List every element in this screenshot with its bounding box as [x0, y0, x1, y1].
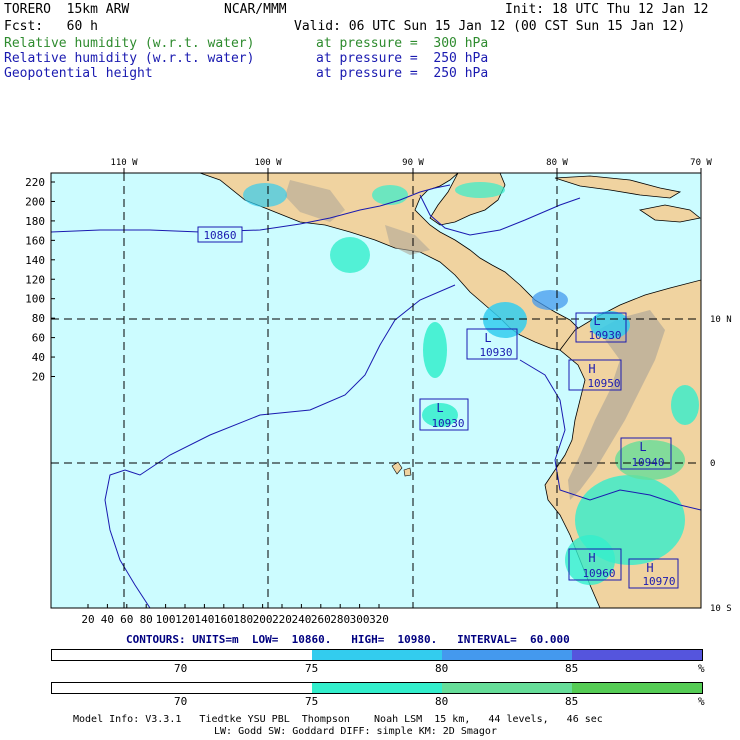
- y-tick-label: 120: [25, 273, 45, 286]
- center-value: 10940: [631, 456, 664, 469]
- center-type: H: [646, 561, 653, 575]
- colorbar-rh250: [51, 649, 703, 661]
- x-tick-label: 200: [253, 613, 273, 626]
- center-type: H: [588, 551, 595, 565]
- y-tick-label: 180: [25, 215, 45, 228]
- y-tick-label: 60: [32, 332, 45, 345]
- center-type: L: [484, 331, 491, 345]
- x-tick-label: 80: [140, 613, 153, 626]
- colorbar-unit: %: [698, 695, 705, 708]
- y-tick-label: 140: [25, 254, 45, 267]
- center-box: 10860: [197, 226, 243, 243]
- center-value: 10930: [479, 346, 512, 359]
- x-tick-label: 260: [311, 613, 331, 626]
- lon-label: 70 W: [690, 158, 712, 168]
- x-tick-label: 140: [194, 613, 214, 626]
- colorbar-label: 70: [174, 662, 188, 675]
- model-physics: LW: Godd SW: Goddard DIFF: simple KM: 2D…: [214, 726, 497, 737]
- center-value: 10930: [588, 329, 621, 342]
- contours-prefix: CONTOURS:: [126, 633, 186, 646]
- colorbar-label: 85: [565, 662, 579, 675]
- colorbar-label: 75: [305, 662, 319, 675]
- contours-interval: INTERVAL= 60.000: [457, 633, 570, 646]
- colorbar-seg: [442, 683, 572, 693]
- center-value: 10930: [431, 417, 464, 430]
- lon-label: 110 W: [110, 158, 138, 168]
- y-tick-label: 80: [32, 312, 45, 325]
- colorbar-rh300: [51, 682, 703, 694]
- colorbar-seg: [312, 650, 442, 660]
- x-tick-label: 280: [330, 613, 350, 626]
- y-tick-label: 40: [32, 351, 45, 364]
- contours-info: CONTOURS: UNITS=m LOW= 10860. HIGH= 1098…: [126, 633, 570, 647]
- center-type: L: [639, 440, 646, 454]
- lat-label: 10 S: [710, 604, 732, 614]
- x-tick-label: 300: [350, 613, 370, 626]
- x-tick-label: 40: [101, 613, 114, 626]
- forecast-map: 110 W 100 W 90 W 80 W 70 W 10 N 0 10 S 2…: [25, 158, 732, 626]
- x-tick-label: 220: [272, 613, 292, 626]
- center-type: L: [436, 401, 443, 415]
- center-value: 10950: [587, 377, 620, 390]
- x-tick-label: 60: [120, 613, 133, 626]
- lon-label: 90 W: [402, 158, 424, 168]
- colorbar-seg: [52, 683, 312, 693]
- colorbar-seg: [52, 650, 312, 660]
- colorbar-label: 75: [305, 695, 319, 708]
- lat-label: 10 N: [710, 315, 732, 325]
- colorbar-seg: [572, 683, 702, 693]
- x-tick-label: 120: [175, 613, 195, 626]
- center-value: 10970: [642, 575, 675, 588]
- center-type: H: [588, 362, 595, 376]
- center-value: 10960: [582, 567, 615, 580]
- colorbar-label: 80: [435, 662, 449, 675]
- center-type: L: [593, 314, 600, 328]
- colorbar-seg: [312, 683, 442, 693]
- contours-units: UNITS=m: [192, 633, 239, 646]
- y-tick-label: 160: [25, 234, 45, 247]
- y-tick-label: 200: [25, 195, 45, 208]
- x-tick-label: 240: [291, 613, 311, 626]
- y-tick-label: 220: [25, 176, 45, 189]
- colorbar-label: 70: [174, 695, 188, 708]
- lon-label: 80 W: [546, 158, 568, 168]
- colorbar-seg: [572, 650, 702, 660]
- lat-label: 0: [710, 459, 715, 469]
- x-tick-label: 180: [233, 613, 253, 626]
- contours-high: HIGH= 10980.: [351, 633, 438, 646]
- top-ticks: [123, 168, 702, 173]
- lon-label: 100 W: [254, 158, 282, 168]
- y-tick-label: 20: [32, 371, 45, 384]
- colorbar-label: 80: [435, 695, 449, 708]
- center-value: 10860: [203, 229, 236, 242]
- colorbar-unit: %: [698, 662, 705, 675]
- x-tick-label: 320: [369, 613, 389, 626]
- colorbar-label: 85: [565, 695, 579, 708]
- x-tick-label: 100: [156, 613, 176, 626]
- contours-low: LOW= 10860.: [251, 633, 332, 646]
- x-tick-label: 20: [81, 613, 94, 626]
- y-tick-label: 100: [25, 293, 45, 306]
- colorbar-seg: [442, 650, 572, 660]
- x-tick-label: 160: [214, 613, 234, 626]
